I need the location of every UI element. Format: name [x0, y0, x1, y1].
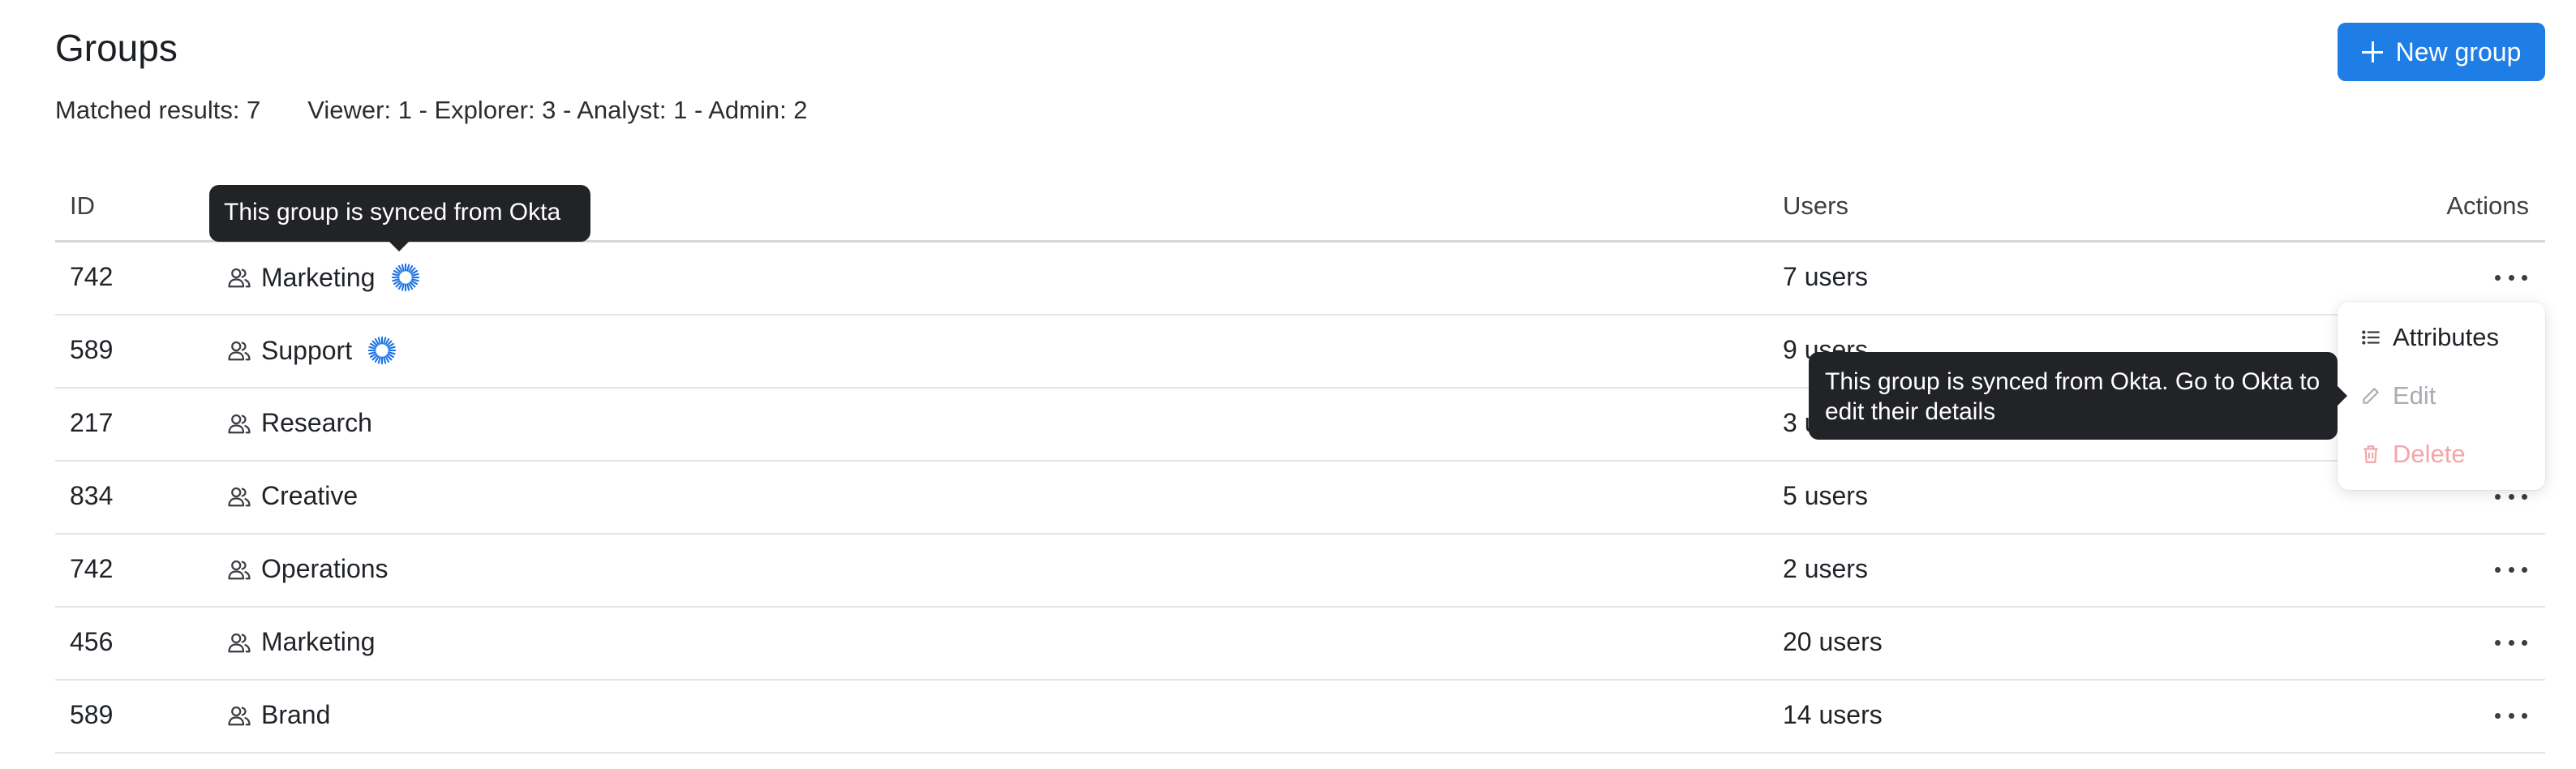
group-name-cell: Creative	[227, 481, 358, 511]
group-name-cell: Operations	[227, 554, 389, 584]
page-title: Groups	[55, 27, 178, 69]
okta-sync-icon[interactable]	[367, 335, 397, 366]
dot-icon	[2508, 274, 2514, 281]
dot-icon	[2495, 566, 2501, 573]
group-users-count: 5 users	[1783, 481, 1868, 510]
group-users-count: 14 users	[1783, 700, 1883, 729]
table-row[interactable]: 589 Brand 14 users	[55, 681, 2545, 754]
pencil-icon	[2363, 388, 2379, 404]
row-actions-button[interactable]	[2495, 265, 2527, 290]
table-row[interactable]: 456 Marketing 20 users	[55, 608, 2545, 681]
dot-icon	[2508, 712, 2514, 719]
dot-icon	[2522, 566, 2527, 573]
group-users-count: 20 users	[1783, 627, 1883, 656]
group-name: Brand	[261, 700, 331, 729]
group-name: Marketing	[261, 627, 376, 656]
group-name-cell: Marketing	[227, 627, 376, 657]
list-icon	[2362, 330, 2380, 345]
group-id: 217	[70, 408, 114, 437]
dot-icon	[2495, 639, 2501, 646]
table-row[interactable]: 834 Creative 5 users	[55, 462, 2545, 535]
group-id: 589	[70, 700, 114, 729]
group-id: 589	[70, 335, 114, 364]
row-actions-button[interactable]	[2495, 703, 2527, 728]
menu-item-attributes[interactable]: Attributes	[2360, 323, 2499, 352]
new-group-label: New group	[2395, 37, 2522, 67]
results-summary: Matched results: 7 Viewer: 1 - Explorer:…	[55, 96, 808, 125]
group-name-cell: Support	[227, 335, 397, 366]
column-header-actions: Actions	[2446, 191, 2529, 220]
matched-results: Matched results: 7	[55, 96, 261, 124]
group-name: Research	[261, 408, 372, 437]
group-name: Operations	[261, 554, 389, 583]
okta-sync-icon[interactable]	[390, 262, 421, 293]
dot-icon	[2522, 274, 2527, 281]
group-id: 456	[70, 627, 114, 656]
menu-item-edit[interactable]: Edit	[2360, 381, 2436, 410]
group-name: Support	[261, 335, 353, 365]
trash-icon	[2363, 445, 2378, 463]
group-users-count: 7 users	[1783, 262, 1868, 291]
group-users-count: 2 users	[1783, 554, 1868, 583]
dot-icon	[2522, 712, 2527, 719]
menu-item-delete[interactable]: Delete	[2360, 440, 2466, 469]
dot-icon	[2508, 639, 2514, 646]
role-counts: Viewer: 1 - Explorer: 3 - Analyst: 1 - A…	[307, 96, 808, 124]
group-id: 742	[70, 554, 114, 583]
dot-icon	[2495, 493, 2501, 500]
users-icon	[228, 414, 251, 433]
row-actions-button[interactable]	[2495, 630, 2527, 655]
dot-icon	[2495, 712, 2501, 719]
row-actions-button[interactable]	[2495, 557, 2527, 582]
users-icon	[228, 268, 251, 288]
group-id: 742	[70, 262, 114, 291]
new-group-button[interactable]: New group	[2338, 23, 2545, 81]
okta-sync-tooltip: This group is synced from Okta	[209, 185, 590, 251]
group-name-cell: Brand	[227, 700, 330, 730]
dot-icon	[2495, 274, 2501, 281]
users-icon	[228, 633, 251, 652]
dot-icon	[2522, 639, 2527, 646]
group-name-cell: Marketing	[227, 262, 421, 293]
dot-icon	[2508, 566, 2514, 573]
group-name: Marketing	[261, 262, 376, 292]
table-row[interactable]: 742 Marketing 7 users	[55, 243, 2545, 316]
row-actions-menu: Attributes Edit Delete	[2338, 302, 2545, 490]
dot-icon	[2522, 493, 2527, 500]
okta-edit-tooltip: This group is synced from Okta. Go to Ok…	[1809, 352, 2347, 440]
table-row[interactable]: 742 Operations 2 users	[55, 535, 2545, 608]
column-header-id[interactable]: ID	[70, 191, 95, 221]
menu-item-delete-label: Delete	[2393, 440, 2466, 468]
group-id: 834	[70, 481, 114, 510]
column-header-users[interactable]: Users	[1783, 191, 1848, 221]
users-icon	[228, 341, 251, 361]
menu-item-edit-label: Edit	[2393, 381, 2436, 410]
users-icon	[228, 487, 251, 506]
users-icon	[228, 706, 251, 725]
group-name-cell: Research	[227, 408, 372, 438]
users-icon	[228, 560, 251, 579]
plus-icon	[2361, 41, 2383, 62]
groups-table: ID Users Actions 742 Marketing 7 users 589 S…	[55, 169, 2545, 754]
dot-icon	[2508, 493, 2514, 500]
menu-item-attributes-label: Attributes	[2393, 323, 2499, 351]
group-name: Creative	[261, 481, 358, 510]
